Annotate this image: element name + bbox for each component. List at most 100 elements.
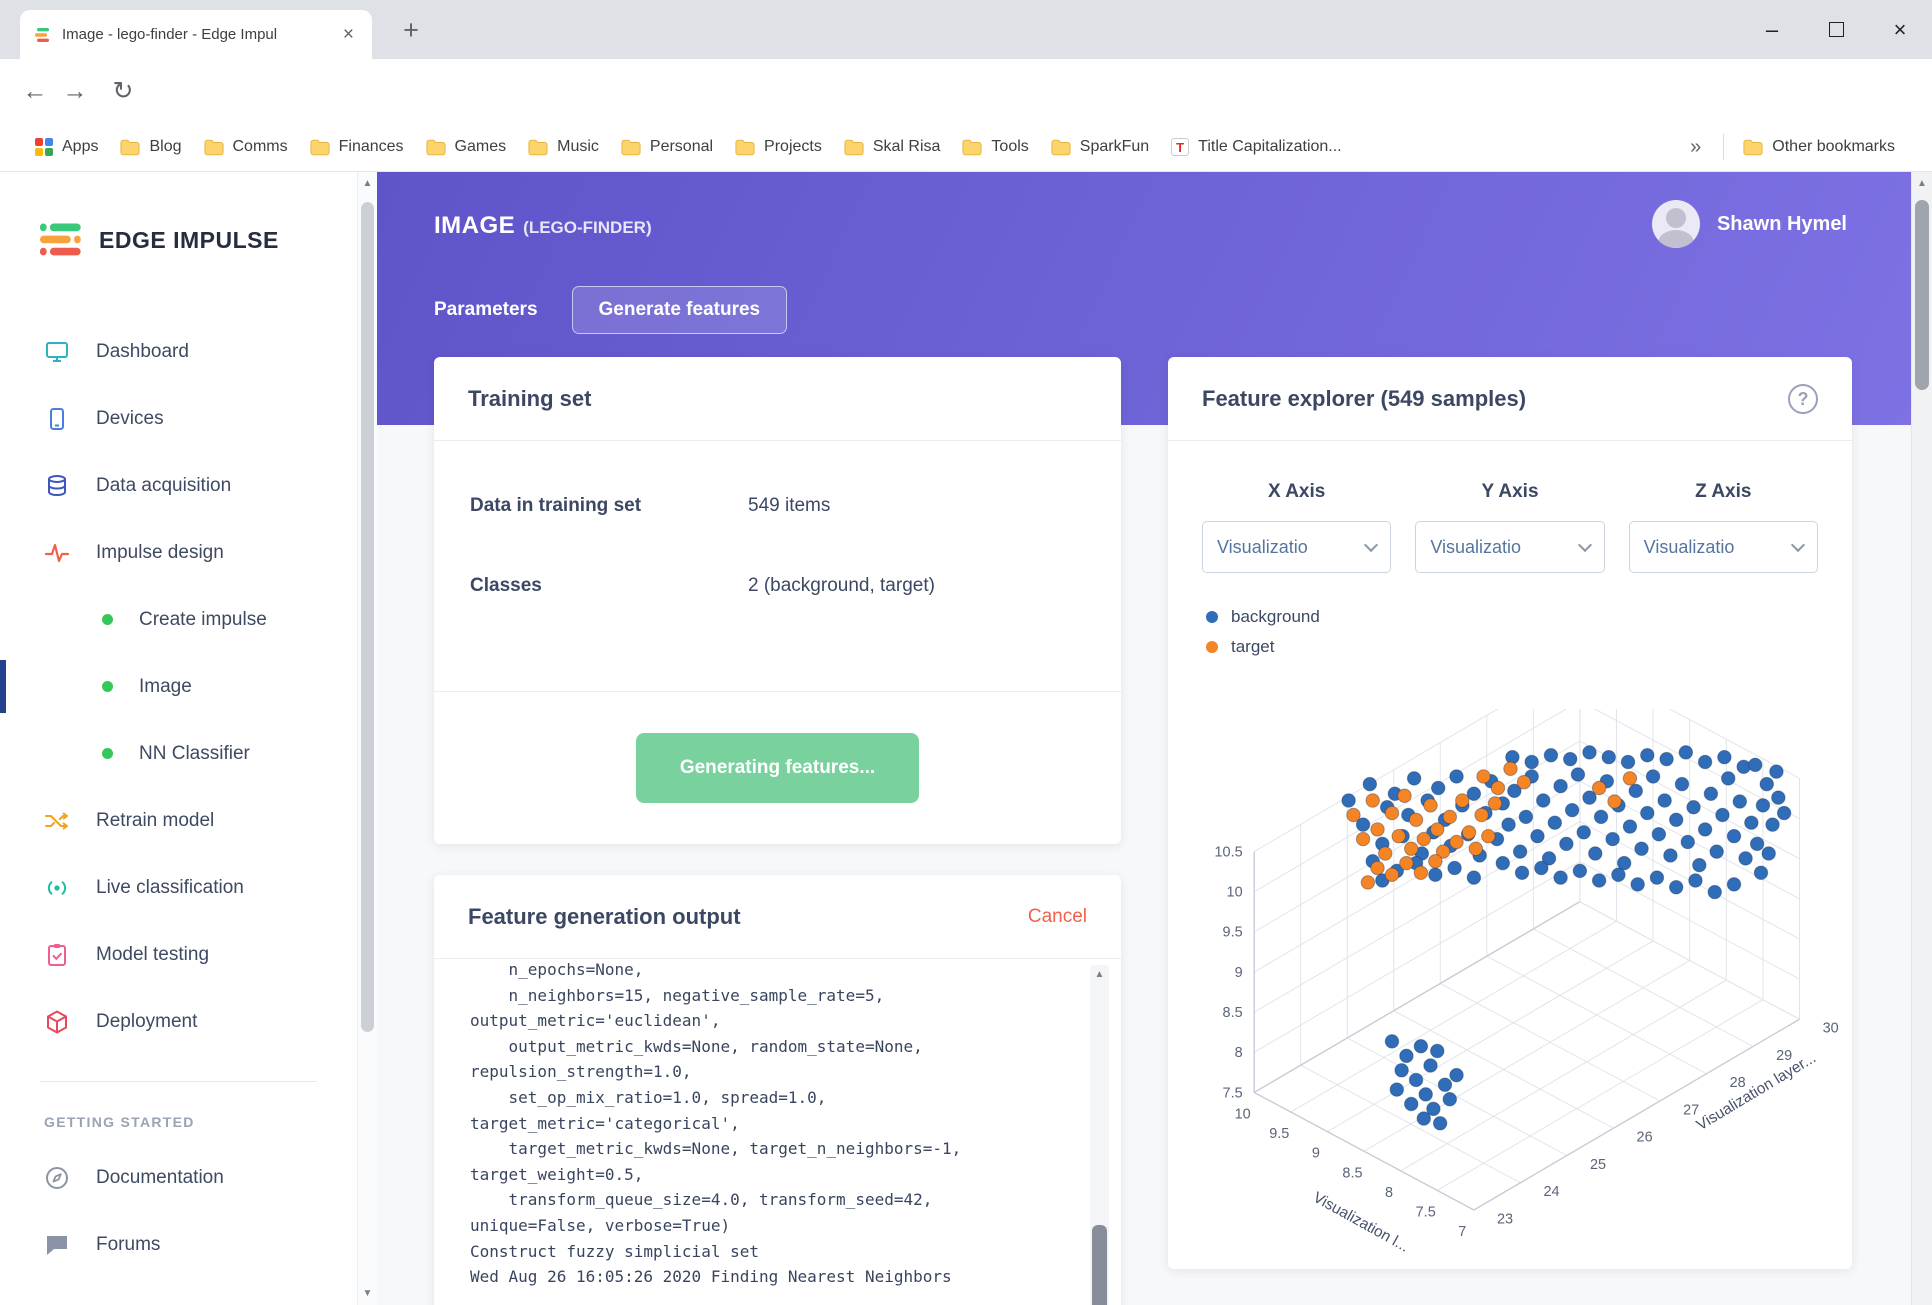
training-set-title: Training set xyxy=(468,385,592,411)
svg-text:25: 25 xyxy=(1590,1157,1606,1173)
user-avatar[interactable] xyxy=(1651,200,1700,248)
deployment-icon xyxy=(47,1010,67,1033)
user-chip[interactable]: Shawn Hymel xyxy=(1651,200,1847,248)
svg-text:7: 7 xyxy=(1458,1224,1466,1240)
step-complete-icon xyxy=(102,681,113,692)
page-scrollbar[interactable]: ▲ xyxy=(1911,172,1932,1305)
console-scrollbar-thumb[interactable] xyxy=(1092,1225,1107,1305)
bookmark-apps[interactable]: Apps xyxy=(24,132,109,162)
edge-impulse-logo[interactable]: EDGE IMPULSE xyxy=(0,172,357,258)
svg-text:Visualization layer...: Visualization layer... xyxy=(1694,1049,1819,1134)
sidebar-getting-started: Documentation Forums xyxy=(0,1144,357,1278)
sidebar-item-dashboard[interactable]: Dashboard xyxy=(0,318,357,385)
svg-text:10: 10 xyxy=(1227,885,1243,901)
sidebar-divider xyxy=(40,1081,317,1082)
bookmarks-overflow-icon[interactable]: » xyxy=(1676,136,1715,159)
tab-strip: Image - lego-finder - Edge Impul × + – × xyxy=(0,0,1932,59)
browser-toolbar: ← → ↻ studio.edgeimpulse.com/studio/5941… xyxy=(0,59,1932,171)
folder-icon xyxy=(962,139,982,155)
console-scrollbar[interactable]: ▲ xyxy=(1090,965,1109,1305)
y-axis-select[interactable]: Visualizatio xyxy=(1415,521,1605,573)
step-complete-icon xyxy=(102,748,113,759)
bookmark-folder[interactable]: Skal Risa xyxy=(833,132,952,162)
forward-button[interactable]: → xyxy=(58,75,92,109)
sidebar-item-nn-classifier[interactable]: NN Classifier xyxy=(0,720,357,787)
console-output[interactable]: n_epochs=None, n_neighbors=15, negative_… xyxy=(434,959,1121,1305)
bookmark-folder[interactable]: Blog xyxy=(109,132,192,162)
svg-text:30: 30 xyxy=(1823,1021,1839,1037)
training-row-classes: Classes 2 (background, target) xyxy=(470,575,935,596)
bookmark-doc[interactable]: T Title Capitalization... xyxy=(1160,132,1352,162)
sidebar-item-deployment[interactable]: Deployment xyxy=(0,988,357,1055)
svg-text:8.5: 8.5 xyxy=(1342,1165,1362,1181)
maximize-button[interactable] xyxy=(1804,0,1868,59)
browser-tab[interactable]: Image - lego-finder - Edge Impul × xyxy=(20,10,372,59)
minimize-button[interactable]: – xyxy=(1740,0,1804,59)
scroll-up-icon[interactable]: ▲ xyxy=(358,178,377,189)
folder-icon xyxy=(735,139,755,155)
generating-features-button[interactable]: Generating features... xyxy=(635,733,920,803)
cancel-button[interactable]: Cancel xyxy=(1028,906,1087,928)
page-scrollbar-thumb[interactable] xyxy=(1915,200,1929,390)
sidebar-item-live-classification[interactable]: Live classification xyxy=(0,854,357,921)
bookmark-folder[interactable]: Personal xyxy=(610,132,724,162)
sidebar-item-documentation[interactable]: Documentation xyxy=(0,1144,357,1211)
bookmark-folder[interactable]: Finances xyxy=(299,132,415,162)
svg-text:7.5: 7.5 xyxy=(1223,1085,1243,1101)
scatter3d-plot[interactable]: 10.5 10 9.5 9 8.5 8 7.5 10 9.5 9 8.5 8 7.5 7 23 24 25 26 2… xyxy=(1180,660,1840,1263)
documentation-icon xyxy=(46,1166,68,1189)
tab-title: Image - lego-finder - Edge Impul xyxy=(62,26,278,43)
reload-button[interactable]: ↻ xyxy=(106,75,140,109)
bookmark-folder[interactable]: Games xyxy=(415,132,518,162)
explorer-card-header: Feature explorer (549 samples) ? xyxy=(1168,357,1852,441)
svg-text:9.5: 9.5 xyxy=(1223,925,1243,941)
scroll-up-icon[interactable]: ▲ xyxy=(1090,969,1109,980)
tab-parameters[interactable]: Parameters xyxy=(434,287,538,333)
z-axis-select[interactable]: Visualizatio xyxy=(1628,521,1818,573)
output-card-header: Feature generation output Cancel xyxy=(434,875,1121,959)
bookmark-folder[interactable]: SparkFun xyxy=(1040,132,1160,162)
retrain-model-icon xyxy=(45,811,68,830)
svg-text:7.5: 7.5 xyxy=(1416,1204,1436,1220)
sidebar-item-data-acquisition[interactable]: Data acquisition xyxy=(0,452,357,519)
sidebar-item-retrain-model[interactable]: Retrain model xyxy=(0,787,357,854)
svg-text:8: 8 xyxy=(1235,1045,1243,1061)
svg-text:23: 23 xyxy=(1497,1211,1513,1227)
folder-icon xyxy=(310,139,330,155)
sidebar-scrollbar[interactable]: ▲ ▼ xyxy=(357,172,377,1305)
legend-item-background[interactable]: background xyxy=(1206,607,1818,627)
sidebar-item-model-testing[interactable]: Model testing xyxy=(0,921,357,988)
sidebar-item-impulse-design[interactable]: Impulse design xyxy=(0,519,357,586)
step-complete-icon xyxy=(102,614,113,625)
help-icon[interactable]: ? xyxy=(1788,383,1818,414)
plot-legend: background target xyxy=(1168,573,1852,657)
other-bookmarks[interactable]: Other bookmarks xyxy=(1732,132,1906,162)
getting-started-header: GETTING STARTED xyxy=(44,1114,195,1130)
window-controls: – × xyxy=(1740,0,1932,59)
bookmarks-separator xyxy=(1723,134,1725,160)
back-button[interactable]: ← xyxy=(18,75,52,109)
sidebar-item-forums[interactable]: Forums xyxy=(0,1211,357,1278)
sidebar-item-create-impulse[interactable]: Create impulse xyxy=(0,586,357,653)
page-title: IMAGE (LEGO-FINDER) xyxy=(434,212,652,239)
doc-page-icon: T xyxy=(1171,138,1190,156)
sidebar-item-devices[interactable]: Devices xyxy=(0,385,357,452)
bookmark-folders: Blog Comms Finances Games Music Personal Proje… xyxy=(109,132,1160,162)
legend-item-target[interactable]: target xyxy=(1206,637,1818,657)
svg-text:8: 8 xyxy=(1385,1185,1393,1201)
sidebar: EDGE IMPULSE Dashboard Devices Data acqu… xyxy=(0,172,357,1305)
bookmark-folder[interactable]: Projects xyxy=(724,132,833,162)
scroll-up-icon[interactable]: ▲ xyxy=(1912,178,1932,189)
bookmark-folder[interactable]: Music xyxy=(517,132,610,162)
bookmark-folder[interactable]: Tools xyxy=(951,132,1039,162)
tab-generate-features[interactable]: Generate features xyxy=(571,286,788,334)
tab-close-icon[interactable]: × xyxy=(339,23,358,46)
new-tab-button[interactable]: + xyxy=(394,14,428,48)
sidebar-item-image[interactable]: Image xyxy=(0,653,357,720)
sidebar-scrollbar-thumb[interactable] xyxy=(361,202,374,1032)
x-axis-select[interactable]: Visualizatio xyxy=(1202,521,1392,573)
scatter3d-svg[interactable]: 10.5 10 9.5 9 8.5 8 7.5 10 9.5 9 8.5 8 7.5 7 23 24 25 26 2… xyxy=(1180,660,1840,1263)
scroll-down-icon[interactable]: ▼ xyxy=(358,1288,377,1299)
bookmark-folder[interactable]: Comms xyxy=(193,132,299,162)
close-window-button[interactable]: × xyxy=(1868,0,1932,59)
